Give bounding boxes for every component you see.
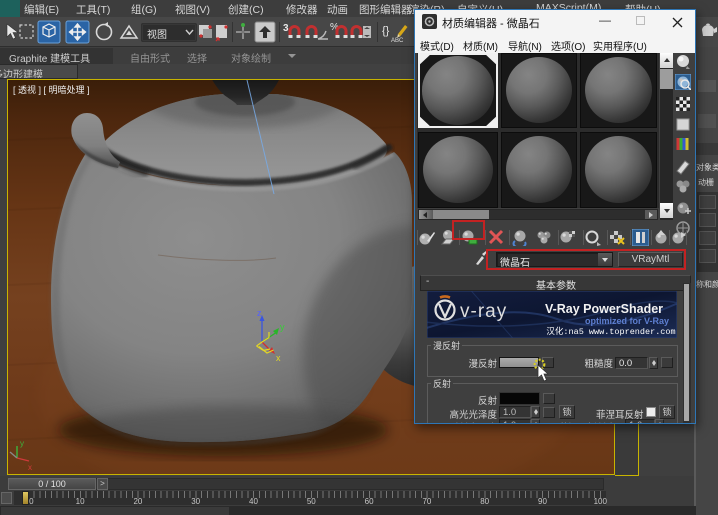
svg-text:3: 3	[283, 23, 289, 34]
svg-text:ABC: ABC	[391, 38, 404, 44]
svg-text:z: z	[257, 308, 262, 318]
svg-text:V-Ray PowerShader: V-Ray PowerShader	[545, 302, 663, 316]
svg-text:y: y	[280, 322, 285, 332]
svg-text:{}: {}	[382, 25, 390, 37]
svg-text:x: x	[28, 463, 32, 472]
svg-text:x: x	[276, 353, 281, 363]
svg-text:v-ray: v-ray	[460, 301, 507, 322]
svg-text:y: y	[20, 439, 24, 448]
svg-text:汉化:na5 www.toprender.com: 汉化:na5 www.toprender.com	[546, 326, 675, 337]
svg-text:optimized for V-Ray: optimized for V-Ray	[585, 316, 669, 326]
